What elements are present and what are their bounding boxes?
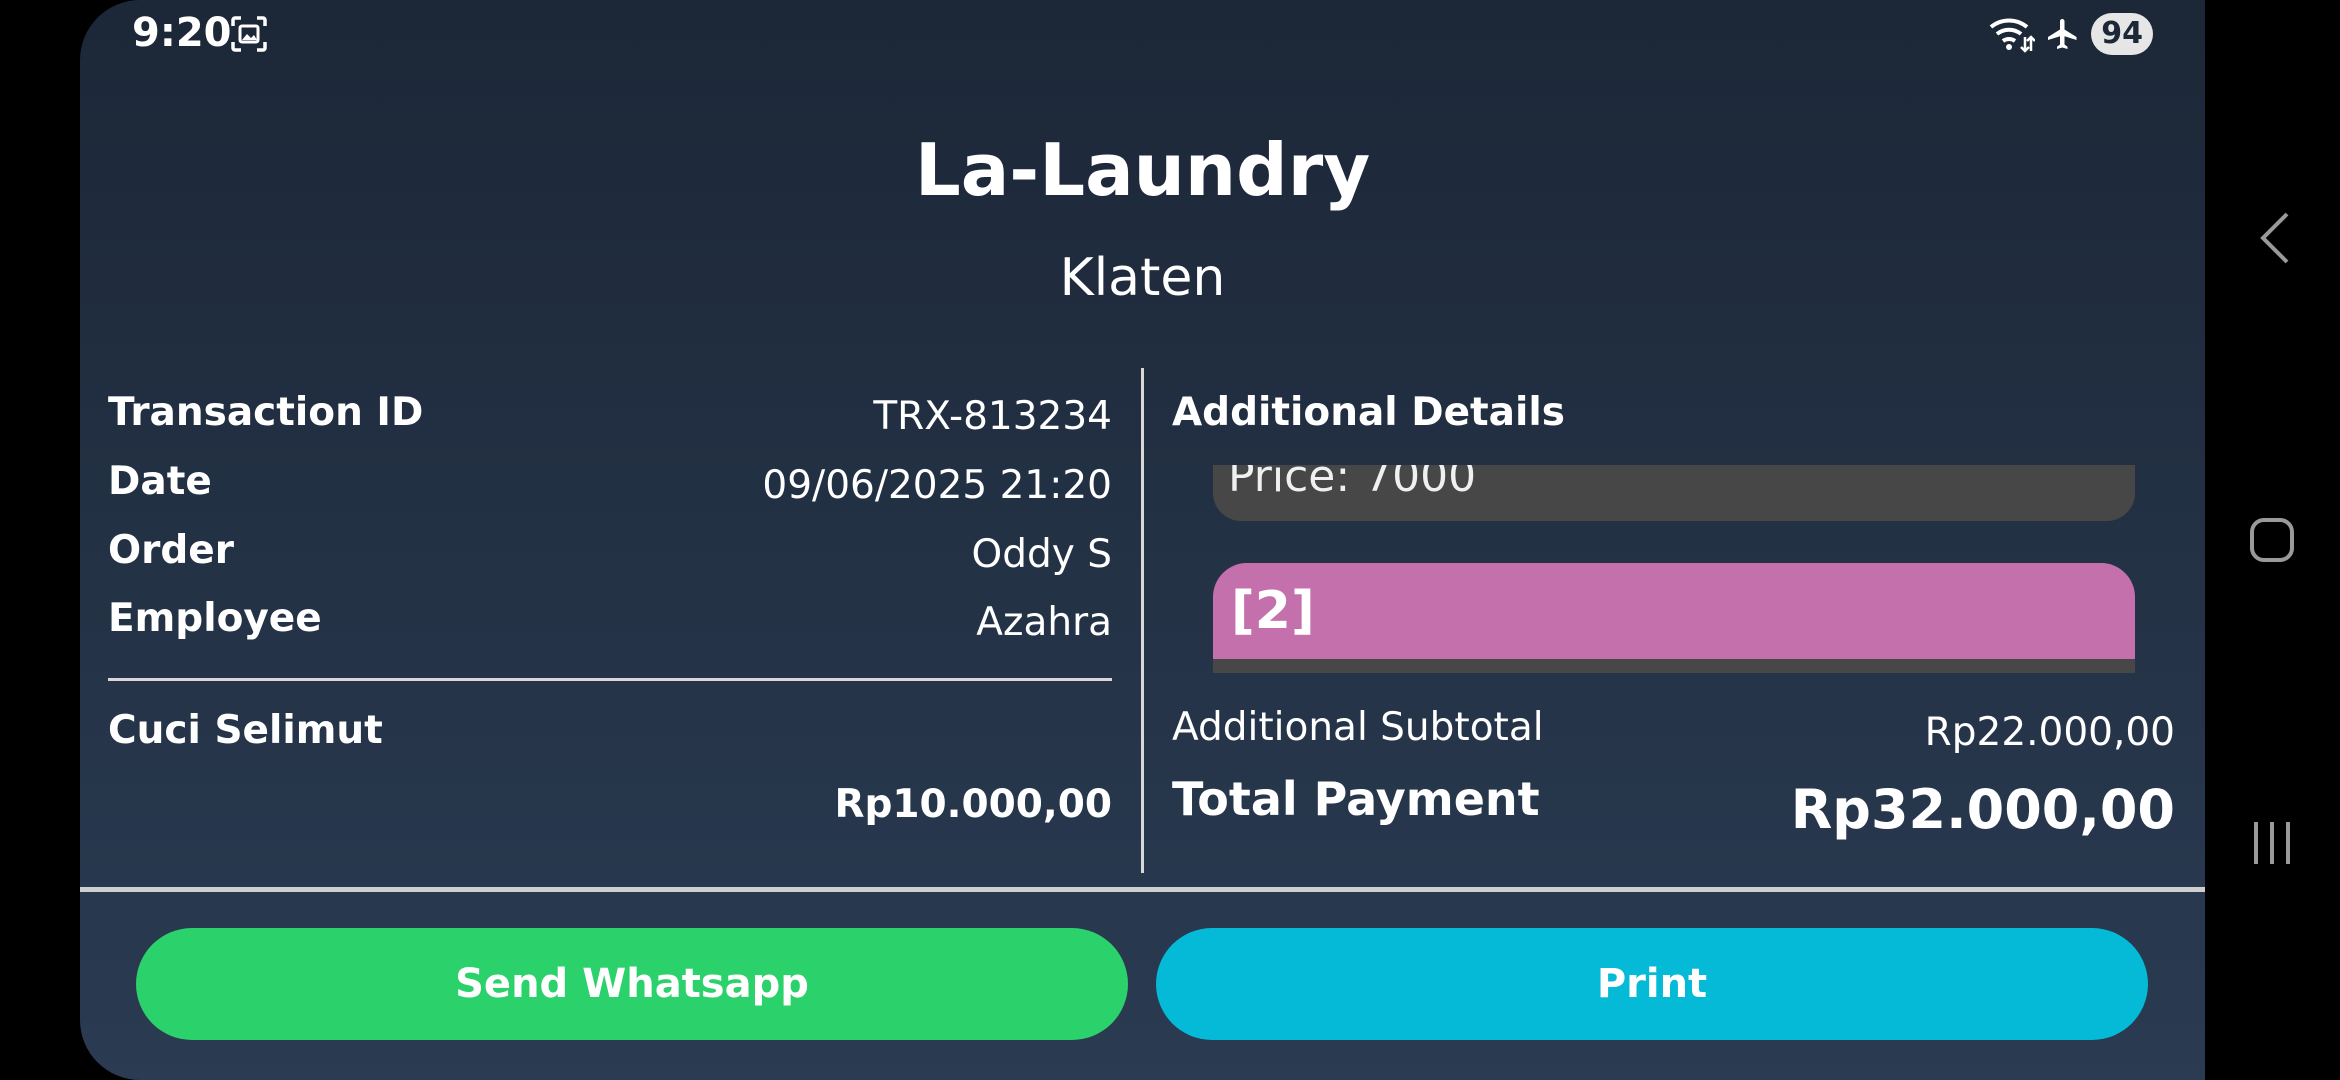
detail-value: TRX-813234 (873, 394, 1112, 439)
column-divider (1141, 368, 1144, 873)
detail-value: Azahra (976, 600, 1112, 645)
print-button[interactable]: Print (1156, 928, 2148, 1040)
detail-row-date: Date 09/06/2025 21:20 (108, 459, 1112, 519)
detail-label: Employee (108, 596, 322, 641)
home-icon[interactable] (2250, 518, 2294, 562)
item-price: Price: 7000 (1228, 465, 1477, 502)
system-nav-bar (2205, 0, 2340, 1080)
additional-item-card[interactable]: [2] (1213, 563, 2135, 673)
status-right: 94 (1987, 12, 2153, 56)
send-whatsapp-button[interactable]: Send Whatsapp (136, 928, 1128, 1040)
wifi-icon (1989, 18, 2036, 53)
detail-row-employee: Employee Azahra (108, 596, 1112, 656)
details-divider (108, 678, 1112, 681)
additional-details-title: Additional Details (1172, 390, 1565, 435)
footer-divider (80, 887, 2205, 892)
app-screen: 9:20 94 La-Laundry Klaten Transaction ID… (80, 0, 2205, 1080)
detail-value: Oddy S (971, 532, 1112, 577)
total-payment-value: Rp32.000,00 (1790, 778, 2175, 841)
total-payment-label: Total Payment (1172, 772, 1540, 826)
item-index: [2] (1231, 581, 1315, 641)
airplane-icon (2048, 19, 2077, 49)
back-icon[interactable] (2257, 210, 2293, 266)
app-title: La-Laundry (914, 128, 1371, 212)
service-name: Cuci Selimut (108, 708, 383, 753)
screenshot-icon (231, 16, 267, 52)
recent-apps-icon[interactable] (2250, 818, 2294, 868)
detail-value: 09/06/2025 21:20 (762, 463, 1112, 508)
detail-row-order: Order Oddy S (108, 528, 1112, 588)
detail-row-transaction-id: Transaction ID TRX-813234 (108, 390, 1112, 450)
additional-subtotal-value: Rp22.000,00 (1924, 710, 2175, 755)
app-subtitle: Klaten (1059, 248, 1226, 308)
additional-subtotal-label: Additional Subtotal (1172, 705, 1544, 750)
service-price: Rp10.000,00 (834, 782, 1112, 827)
additional-item-card[interactable]: Price: 7000 (1213, 465, 2135, 521)
status-time: 9:20 (132, 10, 232, 56)
detail-label: Order (108, 528, 234, 573)
item-header (1213, 563, 2135, 659)
detail-label: Date (108, 459, 212, 504)
detail-label: Transaction ID (108, 390, 424, 435)
battery-level: 94 (2091, 13, 2153, 55)
additional-items-list[interactable]: Price: 7000 [2] (1213, 465, 2135, 675)
